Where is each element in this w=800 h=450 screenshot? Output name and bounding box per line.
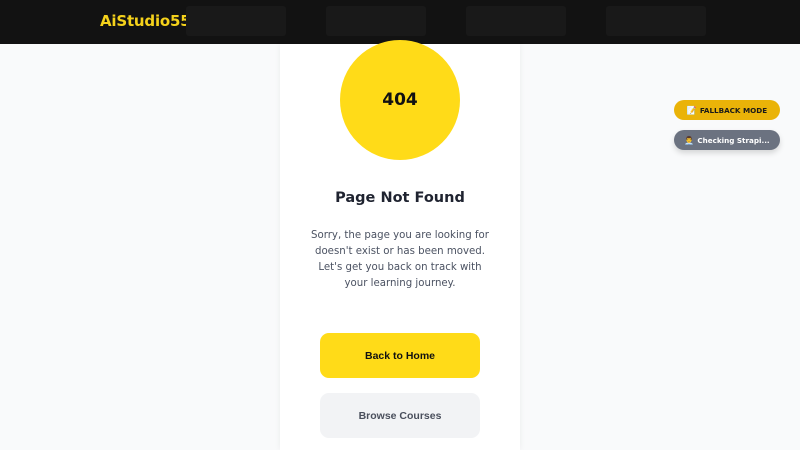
not-found-card: 404 Page Not Found Sorry, the page you a… <box>280 40 520 450</box>
nav-item-2[interactable] <box>326 6 426 36</box>
nav-item-3[interactable] <box>466 6 566 36</box>
strapi-status-label: Checking Strapi... <box>697 135 770 145</box>
nav-item-4[interactable] <box>606 6 706 36</box>
office-worker-icon: 👨‍💼 <box>684 135 695 145</box>
fallback-mode-badge: 📝 FALLBACK MODE <box>674 100 780 120</box>
page-title: Page Not Found <box>335 190 465 206</box>
error-description: Sorry, the page you are looking for does… <box>311 230 489 289</box>
error-code-circle: 404 <box>340 40 460 160</box>
fallback-mode-label: FALLBACK MODE <box>699 105 768 115</box>
nav-item-1[interactable] <box>186 6 286 36</box>
error-code: 404 <box>382 90 418 110</box>
memo-icon: 📝 <box>686 105 697 115</box>
top-navbar: AiStudio555 <box>0 0 800 44</box>
back-to-home-button[interactable]: Back to Home <box>320 333 480 378</box>
strapi-status-badge: 👨‍💼 Checking Strapi... <box>674 130 780 150</box>
browse-courses-button[interactable]: Browse Courses <box>320 393 480 438</box>
